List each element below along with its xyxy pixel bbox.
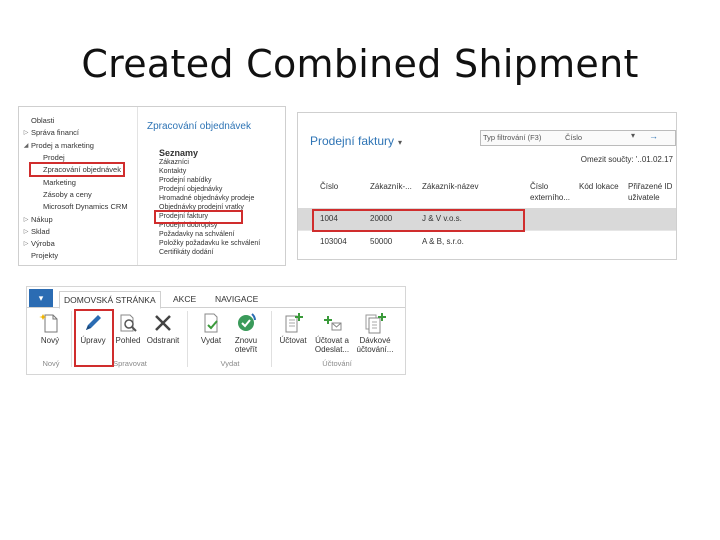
slide-title: Created Combined Shipment <box>81 42 639 86</box>
filter-input[interactable]: Typ filtrování (F3) <box>483 133 541 142</box>
nav-section-title: Zpracování objednávek <box>147 121 251 132</box>
col-header-id-uzivatele[interactable]: Přiřazené ID uživatele <box>628 181 674 203</box>
nav-item-vyroba[interactable]: ▷ Výroba <box>21 238 55 248</box>
collapse-arrow-icon: ◢ <box>23 142 29 149</box>
group-label-novy: Nový <box>42 359 60 368</box>
batch-post-icon <box>365 313 386 334</box>
highlight-box <box>74 309 114 367</box>
cell-cislo: 103004 <box>320 237 347 246</box>
post-and-send-button-label: Účtovat a Odeslat... <box>314 336 350 354</box>
group-label-vydat: Vydat <box>220 359 240 368</box>
ribbon-panel: ▾ DOMOVSKÁ STRÁNKA AKCE NAVIGACE Nový Úp… <box>26 286 406 375</box>
new-button-label: Nový <box>40 336 60 345</box>
delete-button[interactable]: Odstranit <box>145 311 181 355</box>
nav-link-pozadavky-schvaleni[interactable]: Požadavky na schválení <box>159 230 235 239</box>
dropdown-arrow-icon[interactable]: ▾ <box>631 131 635 140</box>
cell-zakaznik: 50000 <box>370 237 393 246</box>
nav-item-projekty[interactable]: Projekty <box>21 250 58 260</box>
chevron-down-icon: ▾ <box>398 138 403 147</box>
ribbon-tab-bar: ▾ DOMOVSKÁ STRÁNKA AKCE NAVIGACE <box>27 287 405 309</box>
filter-field-select[interactable]: Číslo <box>565 133 582 142</box>
nav-link-certifikaty-dodani[interactable]: Certifikáty dodání <box>159 248 213 257</box>
nav-item-prodej-marketing[interactable]: ◢ Prodej a marketing <box>21 140 94 150</box>
nav-item-dynamics-crm[interactable]: Microsoft Dynamics CRM <box>33 201 128 211</box>
nav-item-label: Sklad <box>31 226 50 236</box>
release-icon <box>204 313 218 333</box>
totals-limit[interactable]: Omezit součty: '..01.02.17 <box>581 155 673 164</box>
nav-link-zakaznici[interactable]: Zákazníci <box>159 158 189 167</box>
expand-arrow-icon: ▷ <box>23 129 29 136</box>
reopen-button-label: Znovu otevřít <box>234 336 258 354</box>
go-arrow-icon[interactable]: → <box>649 131 658 141</box>
nav-item-label: Zásoby a ceny <box>43 189 92 199</box>
expand-arrow-icon: ▷ <box>23 228 29 235</box>
view-magnifier-icon <box>120 314 137 332</box>
delete-button-label: Odstranit <box>146 336 180 345</box>
list-title-text: Prodejní faktury <box>310 134 395 148</box>
batch-post-button-label: Dávkové účtování... <box>356 336 394 354</box>
nav-item-sprava-financi[interactable]: ▷ Správa financí <box>21 127 79 137</box>
nav-item-label: Oblasti <box>31 115 55 125</box>
file-menu-button[interactable]: ▾ <box>29 289 53 307</box>
new-button[interactable]: Nový <box>32 311 68 355</box>
filter-bar: Typ filtrování (F3) Číslo ▾ → <box>480 130 676 146</box>
col-header-nazev[interactable]: Zákazník-název <box>422 181 478 192</box>
nav-right-column: Zpracování objednávek Seznamy Zákazníci … <box>145 107 285 265</box>
nav-item-label: Správa financí <box>31 127 79 137</box>
nav-link-polozky-pozadavku[interactable]: Položky požadavku ke schválení <box>159 239 260 248</box>
group-label-uctovani: Účtování <box>322 359 352 368</box>
expand-arrow-icon: ▷ <box>23 216 29 223</box>
list-title[interactable]: Prodejní faktury ▾ <box>310 134 402 148</box>
nav-item-nakup[interactable]: ▷ Nákup <box>21 214 53 224</box>
nav-link-prodejni-nabidky[interactable]: Prodejní nabídky <box>159 176 212 185</box>
nav-item-oblasti[interactable]: Oblasti <box>21 115 54 125</box>
nav-link-hromadne-objednavky[interactable]: Hromadné objednávky prodeje <box>159 194 254 203</box>
nav-link-kontakty[interactable]: Kontakty <box>159 167 186 176</box>
highlight-box <box>154 210 243 224</box>
cell-nazev: A & B, s.r.o. <box>422 237 464 246</box>
nav-item-label: Marketing <box>43 177 76 187</box>
table-row[interactable]: 103004 50000 A & B, s.r.o. <box>298 230 676 253</box>
post-and-send-icon <box>324 316 342 331</box>
tab-akce[interactable]: AKCE <box>169 291 200 307</box>
highlight-box <box>312 209 525 232</box>
nav-item-label: Prodej a marketing <box>31 140 94 150</box>
expand-arrow-icon: ▷ <box>23 240 29 247</box>
nav-item-label: Prodej <box>43 152 65 162</box>
group-separator <box>187 311 188 367</box>
nav-item-sklad[interactable]: ▷ Sklad <box>21 226 50 236</box>
col-header-zakaznik[interactable]: Zákazník-... <box>370 181 412 192</box>
navigation-panel: Oblasti ▷ Správa financí ◢ Prodej a market… <box>18 106 286 266</box>
nav-item-prodej[interactable]: Prodej <box>33 152 65 162</box>
new-icon <box>39 314 58 333</box>
col-header-cislo[interactable]: Číslo <box>320 181 338 192</box>
post-button-label: Účtovat <box>279 336 307 345</box>
reopen-button[interactable]: Znovu otevřít <box>228 311 264 355</box>
delete-x-icon <box>155 315 171 331</box>
nav-item-label: Projekty <box>31 250 59 260</box>
col-header-lokace[interactable]: Kód lokace <box>579 181 619 192</box>
nav-left-column: Oblasti ▷ Správa financí ◢ Prodej a market… <box>19 107 138 265</box>
nav-item-marketing[interactable]: Marketing <box>33 177 76 187</box>
nav-item-label: Nákup <box>31 214 53 224</box>
tab-domovska-stranka[interactable]: DOMOVSKÁ STRÁNKA <box>59 291 161 309</box>
view-button[interactable]: Pohled <box>110 311 146 355</box>
nav-link-prodejni-objednavky[interactable]: Prodejní objednávky <box>159 185 222 194</box>
nav-item-zasoby-ceny[interactable]: Zásoby a ceny <box>33 189 92 199</box>
highlight-box <box>29 162 125 177</box>
nav-item-label: Výroba <box>31 238 55 248</box>
post-and-send-button[interactable]: Účtovat a Odeslat... <box>314 311 350 355</box>
reopen-icon <box>238 313 256 331</box>
invoice-list-panel: Prodejní faktury ▾ Typ filtrování (F3) Čí… <box>297 112 677 260</box>
nav-list-heading: Seznamy <box>159 148 199 158</box>
post-icon <box>285 313 303 333</box>
batch-post-button[interactable]: Dávkové účtování... <box>357 311 393 355</box>
col-header-externi[interactable]: Číslo externího... <box>530 181 574 203</box>
post-button[interactable]: Účtovat <box>275 311 311 355</box>
nav-item-label: Microsoft Dynamics CRM <box>43 201 128 211</box>
tab-navigace[interactable]: NAVIGACE <box>211 291 262 307</box>
